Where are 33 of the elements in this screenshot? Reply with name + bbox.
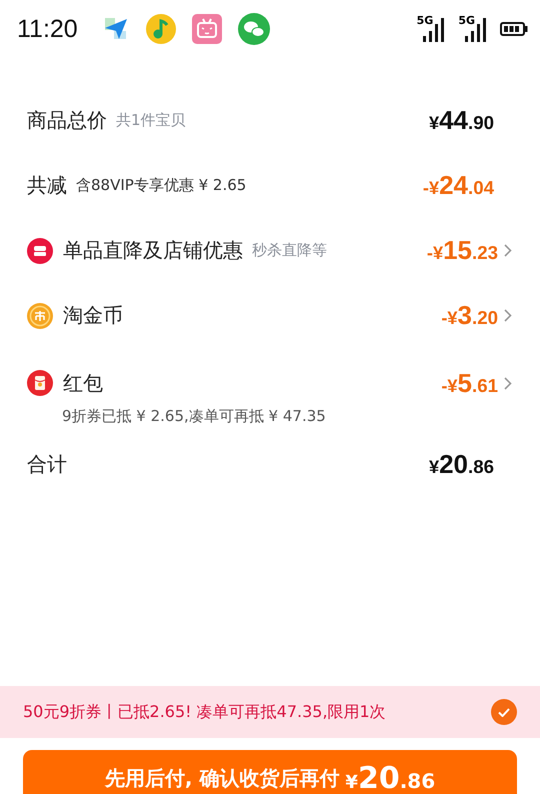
shop-badge-icon xyxy=(27,238,53,264)
row-note: 共1件宝贝 xyxy=(116,111,186,130)
battery-icon xyxy=(500,22,528,36)
envelope-icon xyxy=(27,370,53,396)
pay-button[interactable]: 先用后付, 确认收货后再付 ¥20.86 xyxy=(23,750,517,794)
row-note: 含88VIP专享优惠 ¥ 2.65 xyxy=(76,176,246,195)
coupon-text: 50元9折券丨已抵2.65! 凑单可再抵47.35,限用1次 xyxy=(23,702,387,722)
price-amount: ¥44.90 xyxy=(428,105,494,136)
music-note-icon xyxy=(146,14,176,44)
row-label: 单品直降及店铺优惠 xyxy=(63,237,243,264)
price-amount: ¥20.86 xyxy=(428,449,494,480)
coupon-checkbox[interactable] xyxy=(491,699,517,725)
row-label: 商品总价 xyxy=(27,107,107,134)
price-amount: -¥24.04 xyxy=(422,170,494,201)
row-label: 红包 xyxy=(63,370,103,396)
coin-icon xyxy=(27,302,53,328)
network-label: 5G xyxy=(416,14,434,27)
check-icon xyxy=(498,708,510,716)
price-amount: -¥5.61 xyxy=(441,368,498,398)
row-note: 秒杀直降等 xyxy=(252,241,327,260)
price-amount: -¥15.23 xyxy=(426,235,498,266)
chat-bubbles-icon xyxy=(238,13,270,45)
tv-face-icon xyxy=(192,14,222,44)
chevron-right-icon[interactable] xyxy=(504,376,512,390)
network-label: 5G xyxy=(458,14,475,27)
row-label: 淘金币 xyxy=(63,302,123,329)
row-detail: 9折券已抵 ¥ 2.65,凑单可再抵 ¥ 47.35 xyxy=(62,407,327,426)
chevron-right-icon[interactable] xyxy=(504,244,512,257)
row-label: 合计 xyxy=(27,451,67,478)
chevron-right-icon[interactable] xyxy=(504,309,512,322)
clock-time: 11:20 xyxy=(17,14,78,44)
row-label: 共减 xyxy=(27,172,67,199)
price-amount: -¥3.20 xyxy=(441,300,498,331)
